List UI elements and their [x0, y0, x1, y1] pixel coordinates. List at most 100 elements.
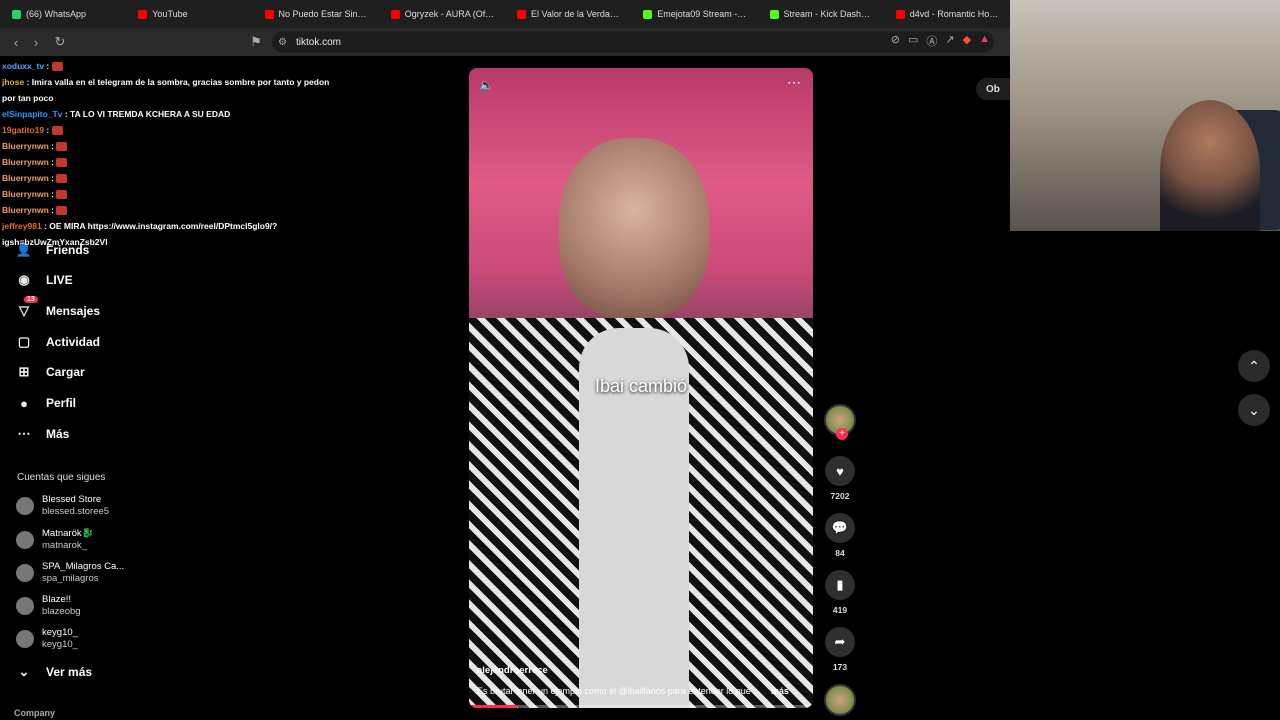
- bookmark-item[interactable]: El Valor de la Verdad - Son: [505, 0, 631, 28]
- chevron-down-icon: ⌄: [1248, 401, 1260, 418]
- bookmark-label: d4vd - Romantic Homicid: [909, 9, 1000, 19]
- volume-icon[interactable]: 🔈: [479, 78, 494, 92]
- following-account[interactable]: Blaze!! blazeobg: [16, 594, 81, 618]
- following-account[interactable]: keyg10_ keyg10_: [16, 627, 78, 651]
- bookmark-item[interactable]: d4vd - Romantic Homicid: [884, 0, 1010, 28]
- avatar: [16, 497, 34, 515]
- site-info-icon[interactable]: ⚙: [278, 37, 287, 48]
- account-name: Blaze!!: [42, 594, 72, 605]
- forward-icon[interactable]: ›: [26, 32, 46, 52]
- comment-icon[interactable]: 💬: [825, 513, 855, 543]
- following-account[interactable]: Blessed Store blessed.storee5: [16, 494, 109, 518]
- see-more-label: Ver más: [46, 665, 93, 679]
- sidebar-item-ms[interactable]: ⋯ Más: [16, 426, 70, 442]
- bookmark-favicon-icon: [895, 9, 905, 19]
- account-username: blazeobg: [42, 606, 81, 617]
- sidebar-item-label: Más: [46, 427, 70, 441]
- sidebar-item-live[interactable]: ◉ LIVE: [16, 272, 72, 288]
- chat-message: jeffrey981 : OE MIRA https://www.instagr…: [2, 221, 278, 247]
- bookmark-item[interactable]: YouTube: [126, 0, 252, 28]
- sidebar-item-label: Actividad: [46, 335, 101, 349]
- chevron-up-icon: ⌃: [1248, 357, 1260, 374]
- webcam-person: [1160, 100, 1260, 231]
- next-video-button[interactable]: ⌄: [1238, 394, 1270, 426]
- video-more-icon[interactable]: ⋯: [787, 74, 801, 91]
- see-more-button[interactable]: ⌄ Ver más: [16, 664, 93, 680]
- bookmark-item[interactable]: Ogryzek - AURA (Official V: [379, 0, 505, 28]
- back-icon[interactable]: ‹: [6, 32, 26, 52]
- progress-fill: [469, 705, 518, 708]
- messages-icon: ▽ 13: [16, 296, 38, 319]
- save-icon[interactable]: ▮: [825, 570, 855, 600]
- bookmark-favicon-icon: [12, 9, 21, 19]
- video-author[interactable]: alejandroerrece: [477, 665, 548, 676]
- live-icon: ◉: [18, 272, 30, 287]
- more-link[interactable]: más: [771, 686, 789, 696]
- video-caption: Ibai cambió: [594, 376, 688, 396]
- video-player[interactable]: 🔈 ⋯ Ibai cambió alejandroerrece Es bruta…: [469, 68, 813, 708]
- chat-username: jhose: [2, 77, 25, 87]
- follow-plus-icon[interactable]: +: [836, 428, 848, 440]
- chat-message: Bluerrynwn :: [2, 202, 342, 218]
- account-name: Blessed Store: [42, 494, 102, 505]
- translate-icon[interactable]: Ⓐ: [926, 33, 937, 49]
- like-icon[interactable]: ♥: [825, 456, 855, 486]
- bookmark-item[interactable]: No Puedo Estar Sin Ti - Yo: [253, 0, 379, 28]
- activity-icon: ▢: [17, 334, 31, 349]
- bookmark-icon[interactable]: ⚑: [246, 32, 266, 52]
- emote-icon: [56, 158, 68, 168]
- company-link[interactable]: Company: [14, 708, 55, 718]
- bookmark-favicon-icon: [264, 9, 274, 19]
- chat-username: Bluerrynwn: [2, 173, 49, 183]
- address-bar[interactable]: ⚙ tiktok.com: [272, 31, 994, 53]
- account-name: keyg10_: [42, 627, 78, 638]
- bookmark-label: El Valor de la Verdad - Son: [531, 9, 621, 19]
- bookmark-favicon-icon: [517, 9, 526, 19]
- account-username: keyg10_: [42, 639, 78, 650]
- like-count: 7202: [830, 491, 850, 501]
- following-account[interactable]: Matnarök🐉 matnarok_: [16, 528, 93, 552]
- emote-icon: [56, 190, 68, 200]
- browser-toolbar: ‹ › ↻ ⚑ ⚙ tiktok.com ⊘ ▭ Ⓐ ↗ ◆ ▲: [0, 28, 1010, 56]
- emote-icon: [56, 206, 68, 216]
- toolbar-extensions: ⊘ ▭ Ⓐ ↗ ◆ ▲: [891, 33, 990, 49]
- url-text: tiktok.com: [296, 36, 342, 48]
- bookmark-item[interactable]: Emejota09 Stream - W: [631, 0, 757, 28]
- share-icon[interactable]: ↗: [945, 33, 954, 49]
- following-account[interactable]: SPA_Milagros Ca... spa_milagros: [16, 561, 124, 585]
- emote-icon: [56, 174, 68, 184]
- bookmark-label: Emejota09 Stream - W: [657, 9, 748, 19]
- chat-message: xoduxx_tv :: [2, 58, 342, 74]
- share-count: 173: [832, 662, 848, 672]
- extension-icon[interactable]: ⊘: [891, 33, 900, 49]
- bookmark-item[interactable]: Stream - Kick Dashboa: [758, 0, 884, 28]
- description-text: Es brutal tener un ejemplo como el @ibai…: [477, 686, 761, 696]
- bookmarks-bar: (66) WhatsApp YouTube No Puedo Estar Sin T…: [0, 0, 1010, 28]
- account-text: Blaze!! blazeobg: [42, 594, 81, 618]
- video-progress[interactable]: [469, 705, 813, 708]
- avatar: [16, 531, 34, 549]
- bookmark-item[interactable]: (66) WhatsApp: [0, 0, 126, 28]
- avatar: [16, 564, 34, 582]
- previous-video-button[interactable]: ⌃: [1238, 350, 1270, 382]
- reload-icon[interactable]: ↻: [50, 32, 70, 52]
- brave-shield-icon[interactable]: ◆: [963, 33, 971, 49]
- bookmark-label: No Puedo Estar Sin Ti - Yo: [278, 9, 369, 19]
- sidebar-item-mensajes[interactable]: ▽ 13 Mensajes: [16, 296, 100, 319]
- bookmark-favicon-icon: [643, 9, 653, 19]
- chat-text: TA LO VI TREMDA KCHERA A SU EDAD: [70, 109, 231, 119]
- sidebar-item-perfil[interactable]: ● Perfil: [16, 395, 76, 411]
- rewards-icon[interactable]: ▲: [979, 33, 990, 49]
- chat-message: elSinpapito_Tv : TA LO VI TREMDA KCHERA …: [2, 109, 231, 119]
- chat-message: jhose : Imira valla en el telegram de la…: [2, 77, 330, 103]
- cast-icon[interactable]: ▭: [908, 33, 918, 49]
- sound-avatar[interactable]: [824, 684, 856, 716]
- profile-icon: ●: [20, 395, 28, 411]
- sidebar-item-actividad[interactable]: ▢ Actividad: [16, 334, 100, 350]
- webcam-overlay: [1010, 0, 1280, 231]
- share-arrow-icon[interactable]: ➦: [825, 627, 855, 657]
- author-avatar[interactable]: +: [824, 404, 856, 440]
- sidebar-item-cargar[interactable]: ⊞ Cargar: [16, 364, 85, 380]
- account-username: blessed.storee5: [42, 506, 110, 517]
- account-text: keyg10_ keyg10_: [42, 627, 78, 651]
